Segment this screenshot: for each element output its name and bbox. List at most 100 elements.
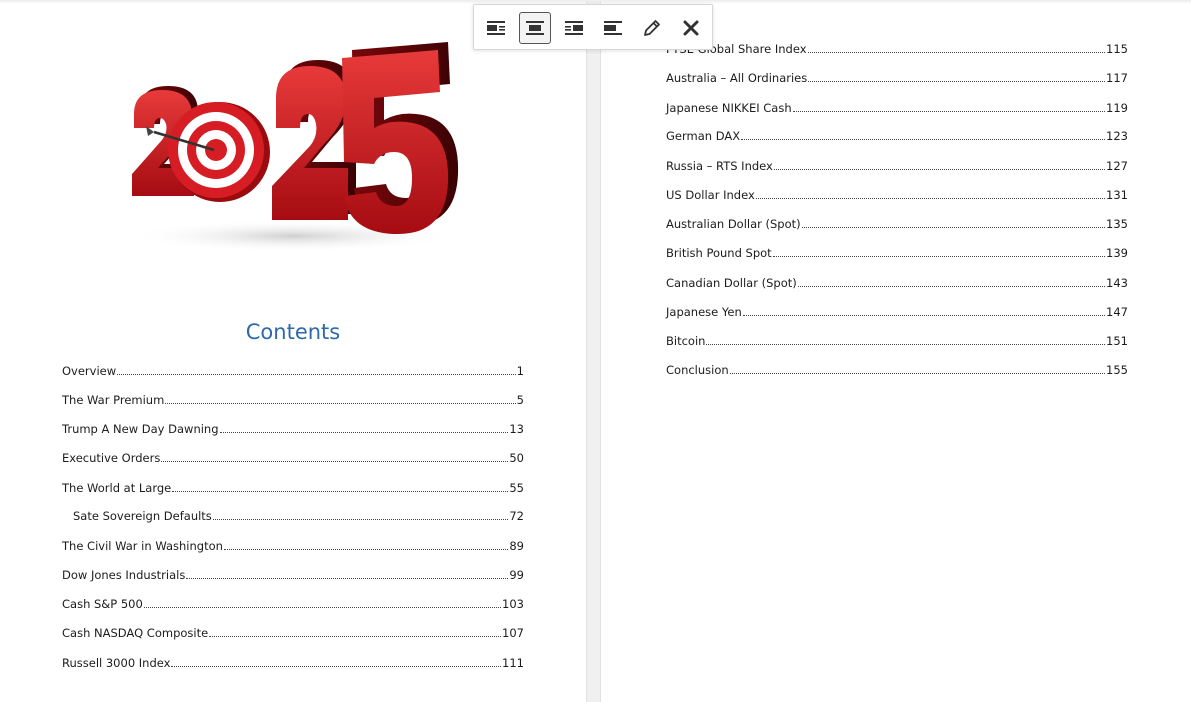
toc-entry-page: 103 (502, 597, 524, 611)
align-right-wrap-icon (565, 21, 583, 35)
hero-2025-image[interactable] (118, 36, 468, 266)
toc-entry-label: US Dollar Index (666, 188, 755, 202)
toc-entry-label: Dow Jones Industrials (62, 568, 186, 582)
toc-entry-page: 99 (509, 568, 524, 582)
align-center-icon (526, 21, 544, 35)
align-center-button[interactable] (519, 12, 551, 44)
edit-image-button[interactable] (636, 12, 668, 44)
toc-entry-page: 107 (502, 626, 524, 640)
toc-entry[interactable]: Dow Jones Industrials 99 (62, 568, 524, 584)
toc-entry-label: Australian Dollar (Spot) (666, 217, 801, 231)
toc-leader-dots (808, 81, 1106, 82)
toc-entry[interactable]: Cash S&P 500 103 (62, 597, 524, 613)
toc-entry[interactable]: Cash NASDAQ Composite 107 (62, 626, 524, 642)
toc-entry-page: 131 (1106, 188, 1128, 202)
toc-entry-page: 119 (1106, 101, 1128, 115)
toc-leader-dots (706, 344, 1106, 345)
toc-entry[interactable]: Bitcoin 151 (666, 334, 1128, 350)
toc-leader-dots (807, 52, 1106, 53)
toc-entry-page: 72 (509, 509, 524, 523)
toc-entry-label: Russia – RTS Index (666, 159, 773, 173)
toc-entry-label: Canadian Dollar (Spot) (666, 276, 797, 290)
toc-leader-dots (772, 256, 1106, 257)
toc-entry-label: The Civil War in Washington (62, 539, 223, 553)
toc-entry-page: 115 (1106, 42, 1128, 56)
toc-entry[interactable]: US Dollar Index 131 (666, 188, 1128, 204)
align-left-wrap-button[interactable] (480, 12, 512, 44)
toc-entry[interactable]: Trump A New Day Dawning 13 (62, 422, 524, 438)
toc-entry[interactable]: FTSE Global Share Index 115 (666, 42, 1128, 58)
toc-leader-dots (741, 139, 1106, 140)
toc-entry-page: 143 (1106, 276, 1128, 290)
toc-entry-page: 89 (509, 539, 524, 553)
toc-leader-dots (801, 227, 1106, 228)
toc-entry[interactable]: British Pound Spot 139 (666, 246, 1128, 262)
toc-entry-page: 147 (1106, 305, 1128, 319)
toc-entry[interactable]: Japanese Yen 147 (666, 305, 1128, 321)
toc-entry-page: 135 (1106, 217, 1128, 231)
toc-leader-dots (797, 286, 1106, 287)
toc-entry-page: 5 (516, 393, 524, 407)
toc-entry-page: 117 (1106, 71, 1128, 85)
toc-entry-page: 151 (1106, 334, 1128, 348)
toc-entry-label: Cash NASDAQ Composite (62, 626, 209, 640)
toc-entry-label: Japanese NIKKEI Cash (666, 101, 792, 115)
toc-entry[interactable]: Canadian Dollar (Spot) 143 (666, 276, 1128, 292)
toc-entry-label: The War Premium (62, 393, 165, 407)
toc-entry-page: 123 (1106, 129, 1128, 143)
page-gutter (586, 0, 601, 702)
toc-entry-label: Executive Orders (62, 451, 161, 465)
toc-entry[interactable]: Russia – RTS Index 127 (666, 159, 1128, 175)
toc-leader-dots (212, 519, 509, 520)
toc-entry-label: British Pound Spot (666, 246, 772, 260)
toc-leader-dots (209, 636, 502, 637)
toc-leader-dots (219, 432, 509, 433)
align-inline-button[interactable] (597, 12, 629, 44)
toc-entry-label: Sate Sovereign Defaults (73, 509, 212, 523)
toc-leader-dots (143, 607, 502, 608)
toc-entry-label: Conclusion (666, 363, 729, 377)
toc-leader-dots (161, 461, 509, 462)
document-page-right: FTSE Global Share Index 115 Australia – … (601, 0, 1191, 702)
contents-heading: Contents (245, 320, 341, 344)
align-inline-icon (604, 21, 622, 35)
toc-entry-label: Japanese Yen (666, 305, 742, 319)
toc-leader-dots (172, 491, 509, 492)
toc-entry[interactable]: The Civil War in Washington 89 (62, 539, 524, 555)
toc-leader-dots (186, 578, 509, 579)
toc-entry-page: 155 (1106, 363, 1128, 377)
toc-entry-page: 139 (1106, 246, 1128, 260)
remove-image-button[interactable] (675, 12, 707, 44)
align-right-wrap-button[interactable] (558, 12, 590, 44)
toc-entry-page: 127 (1106, 159, 1128, 173)
toc-entry[interactable]: Australian Dollar (Spot) 135 (666, 217, 1128, 233)
toc-entry-page: 1 (516, 364, 524, 378)
toc-leader-dots (792, 111, 1106, 112)
toc-entry-label: Russell 3000 Index (62, 656, 171, 670)
toc-entry-label: German DAX (666, 129, 741, 143)
toc-entry-sub[interactable]: Sate Sovereign Defaults 72 (73, 509, 524, 525)
toc-entry[interactable]: Australia – All Ordinaries 117 (666, 71, 1128, 87)
toc-entry[interactable]: Overview 1 (62, 364, 524, 380)
toc-leader-dots (165, 403, 516, 404)
toc-entry[interactable]: Executive Orders 50 (62, 451, 524, 467)
document-page-left: Contents Overview 1 The War Premium 5 Tr… (0, 0, 586, 702)
toc-leader-dots (171, 666, 502, 667)
toc-entry-label: Trump A New Day Dawning (62, 422, 219, 436)
toc-entry-page: 50 (509, 451, 524, 465)
toc-entry[interactable]: Japanese NIKKEI Cash 119 (666, 101, 1128, 117)
toc-entry-label: Cash S&P 500 (62, 597, 143, 611)
toc-entry[interactable]: The War Premium 5 (62, 393, 524, 409)
toc-entry[interactable]: German DAX 123 (666, 129, 1128, 145)
toc-entry-label: The World at Large (62, 481, 172, 495)
toc-entry-page: 111 (502, 656, 524, 670)
pencil-edit-icon (644, 20, 660, 36)
toc-entry[interactable]: Russell 3000 Index 111 (62, 656, 524, 672)
image-toolbar (473, 4, 713, 50)
toc-entry-label: Bitcoin (666, 334, 706, 348)
toc-entry-label: Overview (62, 364, 117, 378)
toc-entry-label: Australia – All Ordinaries (666, 71, 808, 85)
toc-entry[interactable]: The World at Large 55 (62, 481, 524, 497)
toc-leader-dots (117, 374, 516, 375)
toc-entry[interactable]: Conclusion 155 (666, 363, 1128, 379)
